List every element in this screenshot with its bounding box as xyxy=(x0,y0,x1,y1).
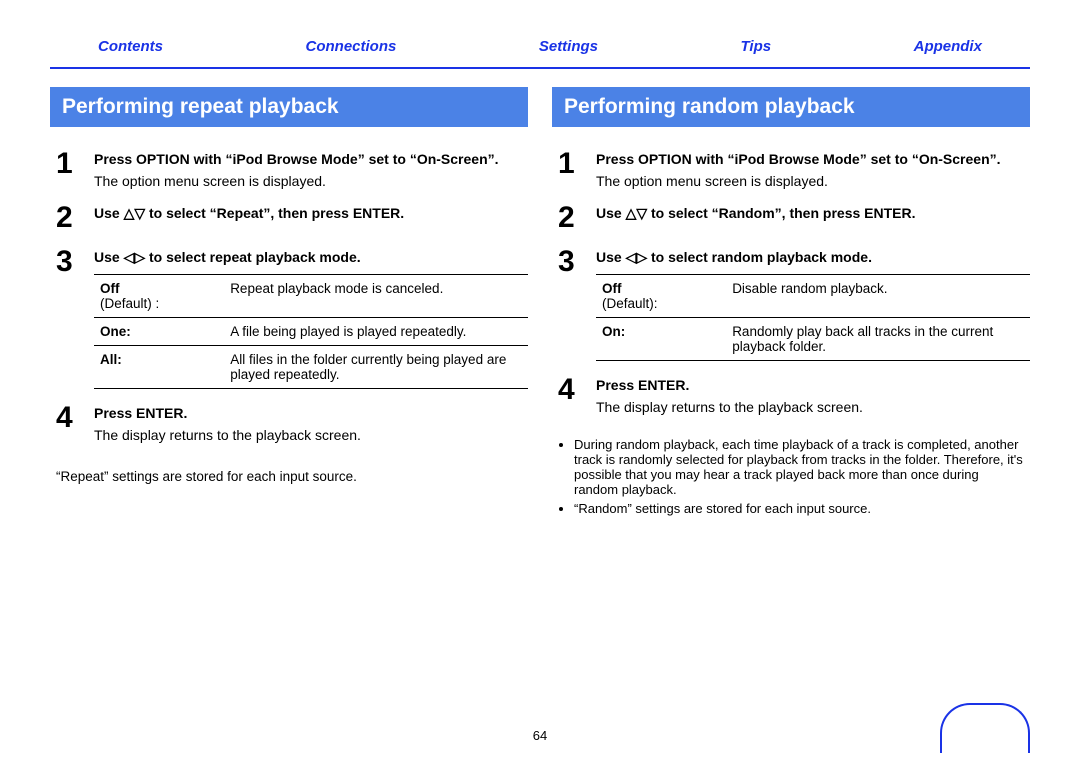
header-divider xyxy=(50,67,1030,69)
left-footnote: “Repeat” settings are stored for each in… xyxy=(50,457,528,484)
right-title: Performing random playback xyxy=(552,87,1030,127)
step-instruction: Use △▽ to select “Repeat”, then press EN… xyxy=(94,205,528,222)
step-number: 4 xyxy=(56,403,80,443)
left-step-3: 3 Use ◁▷ to select repeat playback mode.… xyxy=(50,247,528,389)
table-row: All: All files in the folder currently b… xyxy=(94,346,528,389)
nav-connections[interactable]: Connections xyxy=(306,38,397,55)
step-desc: The option menu screen is displayed. xyxy=(596,173,1030,189)
step-number: 1 xyxy=(558,149,582,189)
right-step-4: 4 Press ENTER. The display returns to th… xyxy=(552,375,1030,415)
step-instruction: Press OPTION with “iPod Browse Mode” set… xyxy=(94,151,528,167)
left-title: Performing repeat playback xyxy=(50,87,528,127)
step-number: 1 xyxy=(56,149,80,189)
note-item: During random playback, each time playba… xyxy=(574,437,1024,497)
nav-appendix[interactable]: Appendix xyxy=(914,38,982,55)
step-instruction: Press ENTER. xyxy=(596,377,1030,393)
right-modes-table: Off(Default): Disable random playback. O… xyxy=(596,274,1030,361)
step-number: 2 xyxy=(558,203,582,233)
step-number: 4 xyxy=(558,375,582,415)
note-item: “Random” settings are stored for each in… xyxy=(574,501,1024,516)
nav-settings[interactable]: Settings xyxy=(539,38,598,55)
left-step-4: 4 Press ENTER. The display returns to th… xyxy=(50,403,528,443)
table-row: On: Randomly play back all tracks in the… xyxy=(596,318,1030,361)
step-instruction: Use ◁▷ to select repeat playback mode. xyxy=(94,249,528,266)
step-desc: The display returns to the playback scre… xyxy=(596,399,1030,415)
step-desc: The option menu screen is displayed. xyxy=(94,173,528,189)
step-number: 3 xyxy=(56,247,80,389)
right-notes: During random playback, each time playba… xyxy=(552,429,1030,516)
right-column: Performing random playback 1 Press OPTIO… xyxy=(552,87,1030,520)
table-row: Off(Default): Disable random playback. xyxy=(596,275,1030,318)
right-step-3: 3 Use ◁▷ to select random playback mode.… xyxy=(552,247,1030,361)
step-instruction: Use △▽ to select “Random”, then press EN… xyxy=(596,205,1030,222)
step-number: 3 xyxy=(558,247,582,361)
left-column: Performing repeat playback 1 Press OPTIO… xyxy=(50,87,528,520)
table-row: Off(Default) : Repeat playback mode is c… xyxy=(94,275,528,318)
top-nav: Contents Connections Settings Tips Appen… xyxy=(0,0,1080,67)
corner-arc-decoration xyxy=(940,703,1030,753)
step-number: 2 xyxy=(56,203,80,233)
nav-tips[interactable]: Tips xyxy=(741,38,772,55)
page-number: 64 xyxy=(0,728,1080,743)
step-desc: The display returns to the playback scre… xyxy=(94,427,528,443)
left-step-2: 2 Use △▽ to select “Repeat”, then press … xyxy=(50,203,528,233)
step-instruction: Press ENTER. xyxy=(94,405,528,421)
step-instruction: Press OPTION with “iPod Browse Mode” set… xyxy=(596,151,1030,167)
right-step-1: 1 Press OPTION with “iPod Browse Mode” s… xyxy=(552,149,1030,189)
table-row: One: A file being played is played repea… xyxy=(94,318,528,346)
right-step-2: 2 Use △▽ to select “Random”, then press … xyxy=(552,203,1030,233)
step-instruction: Use ◁▷ to select random playback mode. xyxy=(596,249,1030,266)
left-modes-table: Off(Default) : Repeat playback mode is c… xyxy=(94,274,528,389)
left-step-1: 1 Press OPTION with “iPod Browse Mode” s… xyxy=(50,149,528,189)
nav-contents[interactable]: Contents xyxy=(98,38,163,55)
